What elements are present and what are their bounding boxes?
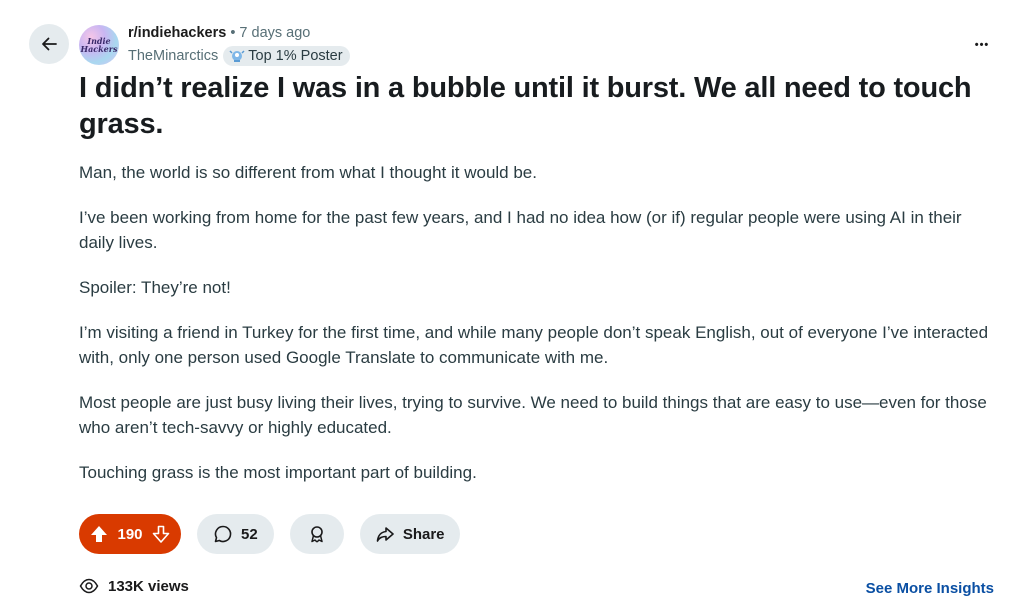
post-title: I didn’t realize I was in a bubble until… (79, 72, 972, 140)
more-options-button[interactable]: ••• (966, 29, 998, 61)
comment-bubble-icon (213, 524, 233, 544)
back-button[interactable] (29, 24, 69, 64)
downvote-button[interactable] (151, 524, 171, 544)
more-horizontal-icon: ••• (974, 39, 990, 51)
upvote-button[interactable] (89, 524, 109, 544)
views-label: 133K views (108, 577, 189, 595)
meta-separator: • (230, 25, 236, 41)
subreddit-avatar[interactable]: Indie Hackers (79, 25, 119, 65)
vote-control: 190 (79, 514, 181, 554)
post-meta-top: r/indiehackers • 7 days ago (128, 25, 310, 41)
post-paragraph: Man, the world is so different from what… (79, 163, 537, 182)
award-button[interactable] (289, 514, 344, 554)
post-action-bar: 190 52 Share (79, 514, 460, 554)
share-label: Share (402, 525, 445, 543)
subreddit-link[interactable]: r/indiehackers (128, 25, 226, 41)
see-more-insights-link[interactable]: See More Insights (866, 580, 994, 597)
comments-button[interactable]: 52 (197, 514, 274, 554)
arrow-down-icon (151, 524, 171, 544)
author-link[interactable]: TheMinarctics (128, 48, 218, 64)
trophy-icon (229, 49, 245, 63)
arrow-left-icon (39, 34, 59, 54)
eye-views-icon (79, 577, 99, 595)
flair-label: Top 1% Poster (248, 48, 343, 64)
avatar-logo-text: Indie Hackers (80, 36, 118, 54)
post-meta-bottom: TheMinarctics Top 1% Poster (128, 46, 350, 66)
vote-count: 190 (117, 525, 143, 543)
post-paragraph: I’ve been working from home for the past… (79, 208, 962, 252)
post-paragraph: I’m visiting a friend in Turkey for the … (79, 323, 989, 367)
share-button[interactable]: Share (359, 514, 460, 554)
post-paragraph: Touching grass is the most important par… (79, 463, 477, 482)
comment-count: 52 (241, 525, 258, 543)
user-flair-badge: Top 1% Poster (223, 46, 350, 66)
share-arrow-icon (375, 524, 395, 544)
post-paragraph: Spoiler: They’re not! (79, 278, 231, 297)
post-body: Man, the world is so different from what… (79, 160, 999, 505)
post-timestamp: 7 days ago (239, 25, 311, 41)
view-count: 133K views (79, 577, 189, 595)
award-icon (307, 524, 327, 544)
arrow-up-icon (89, 524, 109, 544)
post-paragraph: Most people are just busy living their l… (79, 393, 987, 437)
